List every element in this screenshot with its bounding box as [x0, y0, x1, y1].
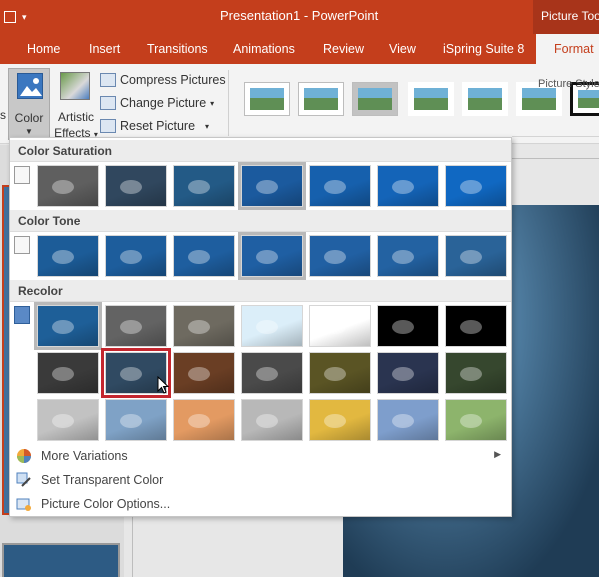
picture-tools-context: Picture Tools	[533, 0, 599, 34]
artistic-effects-button[interactable]: Artistic Effects ▾	[54, 68, 98, 140]
recolor-swatch[interactable]	[377, 352, 439, 394]
tone-swatch[interactable]	[377, 235, 439, 277]
mouse-cursor-icon	[157, 376, 169, 394]
recolor-swatch[interactable]	[445, 305, 507, 347]
saturation-swatch[interactable]	[105, 165, 167, 207]
color-label: Color	[14, 111, 44, 125]
recolor-swatch[interactable]	[105, 399, 167, 441]
ribbon: s Color ▼ Artistic Effects ▾ Compress Pi…	[0, 64, 599, 144]
tone-swatch[interactable]	[445, 235, 507, 277]
artistic-effects-icon	[60, 72, 90, 100]
compress-pictures-button[interactable]: Compress Pictures	[100, 70, 226, 90]
set-transparent-label: Set Transparent Color	[41, 473, 164, 487]
recolor-icon	[14, 306, 30, 324]
tone-icon	[14, 236, 30, 254]
tab-home[interactable]: Home	[27, 42, 60, 56]
saturation-swatch[interactable]	[238, 162, 306, 210]
group-divider	[512, 136, 599, 137]
recolor-swatch[interactable]	[173, 305, 235, 347]
title-bar: ▾ Presentation1 - PowerPoint Picture Too…	[0, 0, 599, 34]
ribbon-separator	[228, 70, 229, 136]
slideshow-icon[interactable]	[4, 11, 16, 23]
more-variations-label: More Variations	[41, 449, 128, 463]
picture-options-icon	[16, 496, 32, 512]
picture-color-options-label: Picture Color Options...	[41, 497, 171, 511]
saturation-swatch[interactable]	[377, 165, 439, 207]
tab-review[interactable]: Review	[323, 42, 364, 56]
tab-format[interactable]: Format	[536, 34, 599, 64]
reset-picture-button[interactable]: Reset Picture ▾	[100, 116, 209, 136]
recolor-swatch[interactable]	[241, 352, 303, 394]
recolor-swatch[interactable]	[173, 352, 235, 394]
change-picture-label: Change Picture	[120, 96, 207, 110]
color-button[interactable]: Color ▼	[8, 68, 50, 140]
recolor-swatch[interactable]	[445, 352, 507, 394]
chevron-down-icon: ▼	[25, 127, 33, 136]
quick-access-toolbar: ▾	[4, 8, 44, 26]
window-title: Presentation1 - PowerPoint	[220, 8, 379, 23]
recolor-swatch[interactable]	[34, 302, 102, 350]
tone-swatch[interactable]	[238, 232, 306, 280]
tone-swatch[interactable]	[37, 235, 99, 277]
recolor-swatch[interactable]	[241, 399, 303, 441]
change-picture-icon	[100, 96, 116, 110]
compress-label: Compress Pictures	[120, 73, 226, 87]
picture-color-options-item[interactable]: Picture Color Options...	[10, 493, 511, 515]
palette-icon	[16, 448, 32, 464]
tab-transitions[interactable]: Transitions	[147, 42, 208, 56]
color-dropdown: Color Saturation Color Tone Recolor More…	[9, 137, 512, 517]
saturation-icon	[14, 166, 30, 184]
more-variations-item[interactable]: More Variations ▶	[10, 445, 511, 467]
picture-styles-group-label: Picture Style	[538, 78, 599, 90]
customize-qat-icon[interactable]: ▾	[22, 12, 27, 23]
recolor-swatch[interactable]	[309, 399, 371, 441]
color-tone-header: Color Tone	[10, 210, 511, 232]
picture-style-2[interactable]	[298, 82, 344, 116]
saturation-swatch[interactable]	[445, 165, 507, 207]
recolor-swatch[interactable]	[105, 305, 167, 347]
tab-ispring[interactable]: iSpring Suite 8	[443, 42, 524, 56]
chevron-down-icon: ▾	[210, 98, 215, 108]
chevron-down-icon: ▾	[205, 121, 210, 131]
picture-style-5[interactable]	[462, 82, 508, 116]
saturation-swatch[interactable]	[37, 165, 99, 207]
recolor-swatch[interactable]	[173, 399, 235, 441]
reset-picture-icon	[100, 119, 116, 133]
artistic-label-line1: Artistic	[58, 110, 94, 124]
recolor-swatch[interactable]	[309, 305, 371, 347]
tone-swatch[interactable]	[309, 235, 371, 277]
recolor-swatch[interactable]	[309, 352, 371, 394]
submenu-arrow-icon: ▶	[494, 449, 501, 459]
recolor-swatch[interactable]	[37, 399, 99, 441]
compress-icon	[100, 73, 116, 87]
tab-insert[interactable]: Insert	[89, 42, 120, 56]
recolor-swatch[interactable]	[445, 399, 507, 441]
reset-picture-label: Reset Picture	[120, 119, 196, 133]
recolor-swatch[interactable]	[377, 399, 439, 441]
recolor-header: Recolor	[10, 280, 511, 302]
tone-swatch[interactable]	[173, 235, 235, 277]
tab-animations[interactable]: Animations	[233, 42, 295, 56]
recolor-swatch[interactable]	[37, 352, 99, 394]
picture-style-3[interactable]	[352, 82, 398, 116]
picture-style-1[interactable]	[244, 82, 290, 116]
recolor-swatch[interactable]	[377, 305, 439, 347]
picture-style-4[interactable]	[408, 82, 454, 116]
color-saturation-header: Color Saturation	[10, 140, 511, 162]
recolor-swatch[interactable]	[241, 305, 303, 347]
eyedropper-icon	[16, 472, 32, 488]
saturation-swatch[interactable]	[173, 165, 235, 207]
ribbon-tabs: Home Insert Transitions Animations Revie…	[0, 34, 599, 64]
picture-styles-gallery	[236, 68, 599, 128]
ribbon-cut-label: s	[0, 108, 6, 122]
set-transparent-color-item[interactable]: Set Transparent Color	[10, 469, 511, 491]
color-icon	[17, 73, 43, 99]
change-picture-button[interactable]: Change Picture ▾	[100, 93, 214, 113]
slide-thumbnail[interactable]	[2, 543, 120, 577]
tab-view[interactable]: View	[389, 42, 416, 56]
tone-swatch[interactable]	[105, 235, 167, 277]
saturation-swatch[interactable]	[309, 165, 371, 207]
